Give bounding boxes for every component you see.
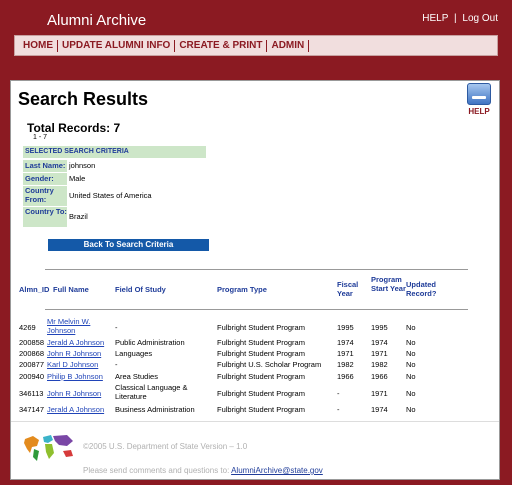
cell-updated: No xyxy=(406,349,416,358)
cell-updated: No xyxy=(406,389,416,398)
content-panel: Search Results HELP Total Records: 7 1 -… xyxy=(10,80,500,480)
cell-field: Business Administration xyxy=(115,405,195,414)
criteria-row: Last Name: johnson xyxy=(23,160,95,172)
page-title: Search Results xyxy=(18,89,149,109)
col-header-field[interactable]: Field Of Study xyxy=(115,285,166,294)
cell-program-type: Fulbright Student Program xyxy=(217,338,305,347)
cell-updated: No xyxy=(406,338,416,347)
cell-fiscal-year: 1995 xyxy=(337,323,354,332)
cell-id: 346113 xyxy=(19,389,44,398)
cell-name-link[interactable]: Jerald A Johnson xyxy=(47,338,104,347)
app-title: Alumni Archive xyxy=(47,12,147,29)
link-separator: | xyxy=(454,13,457,24)
cell-name-link[interactable]: John R Johnson xyxy=(47,349,101,358)
col-header-id[interactable]: Almn_ID xyxy=(19,285,49,294)
cell-name-link[interactable]: Mr Melvin W. Johnson xyxy=(47,317,99,335)
cell-start-year: 1966 xyxy=(371,372,388,381)
cell-start-year: 1982 xyxy=(371,360,388,369)
cell-program-type: Fulbright Student Program xyxy=(217,372,305,381)
cell-fiscal-year: 1971 xyxy=(337,349,354,358)
nav-home[interactable]: HOME xyxy=(19,39,58,52)
cell-field: - xyxy=(115,323,118,332)
criteria-row: Country To: Brazil xyxy=(23,207,88,227)
cell-id: 200858 xyxy=(19,338,45,347)
cell-updated: No xyxy=(406,372,416,381)
help-link[interactable]: HELP xyxy=(422,13,448,24)
nav-create-print[interactable]: CREATE & PRINT xyxy=(175,39,268,52)
logout-link[interactable]: Log Out xyxy=(462,13,498,24)
criteria-label: Gender: xyxy=(23,173,67,185)
cell-fiscal-year: - xyxy=(337,405,340,414)
record-range: 1 - 7 xyxy=(33,134,48,141)
cell-name-link[interactable]: Jerald A Johnson xyxy=(47,405,104,414)
cell-id: 200877 xyxy=(19,360,45,369)
contact-email-link[interactable]: AlumniArchive@state.gov xyxy=(231,466,323,475)
cell-program-type: Fulbright Student Program xyxy=(217,349,305,358)
cell-start-year: 1971 xyxy=(371,389,388,398)
cell-fiscal-year: 1982 xyxy=(337,360,354,369)
col-header-program-type[interactable]: Program Type xyxy=(217,285,267,294)
col-header-updated[interactable]: Updated Record? xyxy=(406,280,450,298)
criteria-label: Country From: xyxy=(23,186,67,206)
table-top-divider xyxy=(45,269,468,270)
cell-field: - xyxy=(115,360,118,369)
cell-start-year: 1971 xyxy=(371,349,388,358)
criteria-header: SELECTED SEARCH CRITERIA xyxy=(23,146,206,158)
cell-program-type: Fulbright U.S. Scholar Program xyxy=(217,360,322,369)
cell-name-link[interactable]: Philip B Johnson xyxy=(47,372,103,381)
cell-updated: No xyxy=(406,360,416,369)
cell-updated: No xyxy=(406,323,416,332)
criteria-label: Country To: xyxy=(23,207,67,227)
cell-id: 347147 xyxy=(19,405,45,414)
feedback-text: Please send comments and questions to: xyxy=(83,466,230,475)
nav-update-alumni-info[interactable]: UPDATE ALUMNI INFO xyxy=(58,39,176,52)
help-button-label: HELP xyxy=(468,107,490,116)
cell-start-year: 1974 xyxy=(371,338,388,347)
world-map-icon xyxy=(21,431,77,465)
feedback-line: Please send comments and questions to: A… xyxy=(83,466,323,475)
cell-id: 200868 xyxy=(19,349,45,358)
cell-field: Public Administration xyxy=(115,338,185,347)
cell-field: Languages xyxy=(115,349,153,358)
col-header-name[interactable]: Full Name xyxy=(53,285,89,294)
cell-name-link[interactable]: Karl D Johnson xyxy=(47,360,98,369)
nav-admin[interactable]: ADMIN xyxy=(267,39,310,52)
cell-program-type: Fulbright Student Program xyxy=(217,405,305,414)
cell-id: 4269 xyxy=(19,323,36,332)
help-button[interactable]: HELP xyxy=(464,83,494,117)
back-to-search-button[interactable]: Back To Search Criteria xyxy=(48,239,209,251)
total-records: Total Records: 7 xyxy=(27,121,121,135)
table-header-divider xyxy=(45,309,468,310)
cell-id: 200940 xyxy=(19,372,45,381)
cell-program-type: Fulbright Student Program xyxy=(217,389,305,398)
cell-start-year: 1974 xyxy=(371,405,388,414)
cell-fiscal-year: - xyxy=(337,389,340,398)
top-links: HELP | Log Out xyxy=(422,13,498,24)
help-icon xyxy=(467,83,491,105)
criteria-value: Brazil xyxy=(69,212,88,221)
criteria-label: Last Name: xyxy=(23,160,67,172)
cell-fiscal-year: 1966 xyxy=(337,372,354,381)
criteria-row: Country From: United States of America xyxy=(23,186,152,206)
cell-updated: No xyxy=(406,405,416,414)
cell-fiscal-year: 1974 xyxy=(337,338,354,347)
footer-divider xyxy=(11,421,499,422)
criteria-value: Male xyxy=(69,174,86,183)
col-header-fiscal-year[interactable]: Fiscal Year xyxy=(337,280,365,298)
col-header-start-year[interactable]: Program Start Year xyxy=(371,275,407,293)
cell-program-type: Fulbright Student Program xyxy=(217,323,305,332)
cell-field: Classical Language & Literature xyxy=(115,383,188,401)
cell-name-link[interactable]: John R Johnson xyxy=(47,389,101,398)
criteria-value: United States of America xyxy=(69,191,152,200)
main-nav: HOME UPDATE ALUMNI INFO CREATE & PRINT A… xyxy=(14,35,498,56)
copyright-text: ©2005 U.S. Department of State Version –… xyxy=(83,442,248,451)
criteria-row: Gender: Male xyxy=(23,173,85,185)
cell-start-year: 1995 xyxy=(371,323,388,332)
criteria-value: johnson xyxy=(69,161,96,170)
cell-field: Area Studies xyxy=(115,372,158,381)
